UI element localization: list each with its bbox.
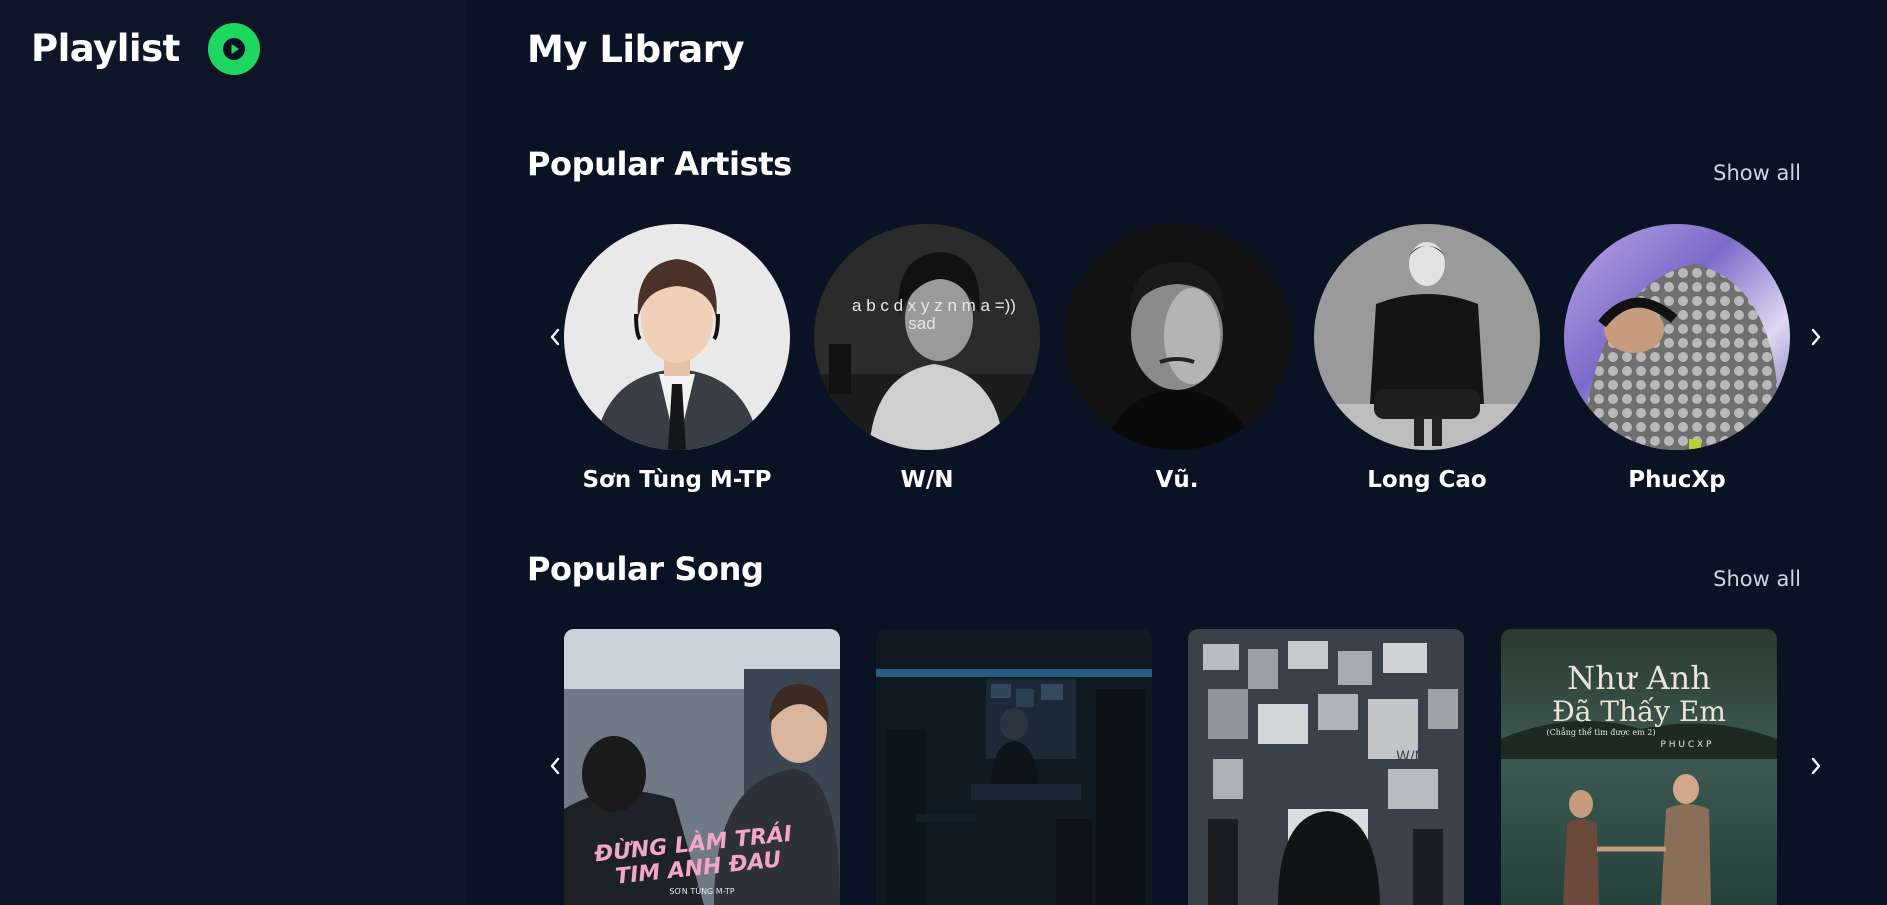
songs-section-title: Popular Song — [527, 550, 764, 588]
song-cover: Như Anh Đã Thấy Em (Chẳng thể tìm được e… — [1501, 629, 1777, 905]
main-content: My Library Popular Artists Show all Sơn … — [466, 0, 1887, 905]
play-icon — [222, 38, 245, 60]
song-cover-artist: P H U C X P — [1661, 740, 1713, 750]
page-title: My Library — [527, 28, 745, 71]
sidebar-header: Playlist — [31, 23, 260, 75]
artist-card[interactable]: a b c d x y z n m a =)) sad W/N — [814, 224, 1040, 496]
song-cover-subtitle: (Chẳng thể tìm được em 2) — [1547, 728, 1656, 737]
artist-avatar — [1314, 224, 1540, 450]
chevron-left-icon — [550, 328, 560, 346]
song-cover-title: Đã Thấy Em — [1552, 695, 1726, 728]
song-cover-artist: SƠN TÙNG M-TP — [669, 885, 734, 896]
artist-name: Long Cao — [1367, 467, 1487, 493]
songs-next-button[interactable] — [1802, 752, 1830, 780]
song-card[interactable]: W/N — [1188, 629, 1464, 905]
artist-card[interactable]: Vũ. — [1064, 224, 1290, 496]
sidebar: Playlist — [0, 0, 466, 905]
chevron-right-icon — [1811, 757, 1821, 775]
play-button[interactable] — [207, 23, 260, 75]
chevron-right-icon — [1811, 328, 1821, 346]
artist-avatar — [1564, 224, 1790, 450]
song-cover-title: Như Anh — [1567, 659, 1711, 697]
artist-overlay-text: a b c d x y z n m a =)) — [852, 296, 1016, 315]
song-cover — [876, 629, 1152, 905]
artist-avatar: a b c d x y z n m a =)) sad — [814, 224, 1040, 450]
artist-name: PhucXp — [1628, 467, 1726, 493]
song-card[interactable]: Như Anh Đã Thấy Em (Chẳng thể tìm được e… — [1501, 629, 1777, 905]
artists-section-title: Popular Artists — [527, 145, 792, 183]
artist-card[interactable]: Sơn Tùng M-TP — [564, 224, 790, 496]
song-card[interactable] — [876, 629, 1152, 905]
artists-show-all-link[interactable]: Show all — [1713, 158, 1801, 188]
song-cover: W/N — [1188, 629, 1464, 905]
artist-overlay-text: sad — [908, 314, 935, 333]
artist-name: W/N — [900, 467, 954, 493]
artist-avatar — [1064, 224, 1290, 450]
song-card[interactable]: ĐỪNG LÀM TRÁI TIM ANH ĐAU SƠN TÙNG M-TP — [564, 629, 840, 905]
artist-name: Vũ. — [1155, 467, 1199, 493]
artist-name: Sơn Tùng M-TP — [582, 467, 772, 493]
song-cover-tag: W/N — [1396, 749, 1425, 765]
sidebar-title: Playlist — [31, 27, 180, 70]
chevron-left-icon — [550, 757, 560, 775]
song-cover: ĐỪNG LÀM TRÁI TIM ANH ĐAU SƠN TÙNG M-TP — [564, 629, 840, 905]
artist-card[interactable]: Long Cao — [1314, 224, 1540, 496]
artists-next-button[interactable] — [1802, 323, 1830, 351]
artist-card[interactable]: PhucXp — [1564, 224, 1790, 496]
songs-show-all-link[interactable]: Show all — [1713, 564, 1801, 594]
app-window: Playlist My Library Popular Artists Show… — [0, 0, 1887, 905]
artist-avatar — [564, 224, 790, 450]
